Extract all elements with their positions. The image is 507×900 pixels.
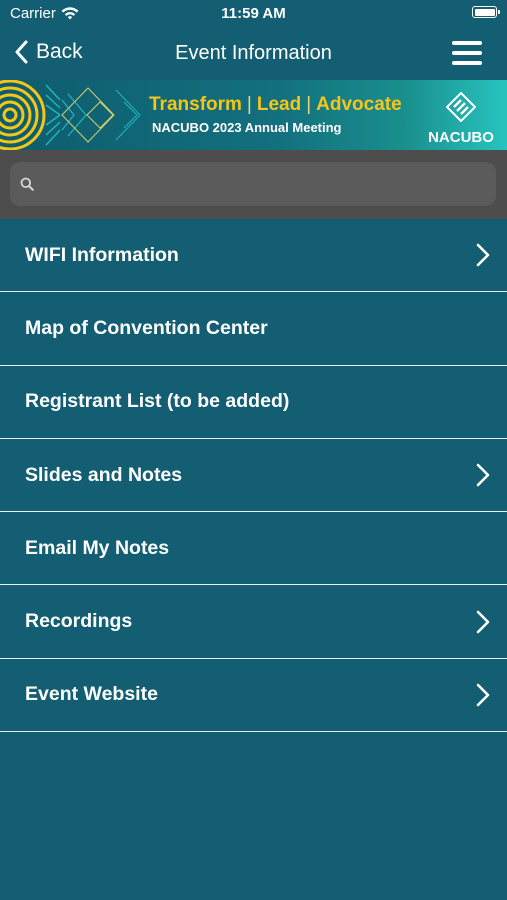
nacubo-logo: NACUBO	[425, 91, 497, 146]
tagline-lead: Lead	[256, 94, 302, 115]
menu-item-label: Registrant List (to be added)	[25, 390, 290, 413]
menu-item-wifi-information[interactable]: WIFI Information	[0, 219, 507, 293]
chevron-right-icon	[476, 243, 490, 267]
search-icon	[20, 177, 34, 191]
menu-item-label: Event Website	[25, 683, 158, 706]
menu-item-recordings[interactable]: Recordings	[0, 585, 507, 659]
menu-item-label: Email My Notes	[25, 536, 170, 559]
banner-subtitle: NACUBO 2023 Annual Meeting	[152, 120, 342, 135]
chevron-right-icon	[476, 463, 490, 487]
menu-item-label: Slides and Notes	[25, 463, 183, 486]
search-input[interactable]	[42, 175, 482, 193]
nacubo-logo-icon	[445, 91, 477, 123]
search-field[interactable]	[10, 162, 496, 206]
menu-item-email-my-notes[interactable]: Email My Notes	[0, 512, 507, 586]
hamburger-menu-icon[interactable]	[452, 41, 482, 65]
banner-tagline: Transform | Lead | Advocate	[149, 94, 402, 115]
logo-text: NACUBO	[428, 129, 494, 146]
banner-artwork	[0, 80, 141, 150]
status-bar: Carrier 11:59 AM	[0, 0, 507, 28]
chevron-right-icon	[476, 610, 490, 633]
navigation-bar: Back Event Information	[0, 28, 507, 80]
event-info-menu: WIFI Information Map of Convention Cente…	[0, 219, 507, 733]
menu-item-slides-and-notes[interactable]: Slides and Notes	[0, 439, 507, 513]
menu-item-label: Map of Convention Center	[25, 316, 268, 339]
event-banner: Transform | Lead | Advocate NACUBO 2023 Annu…	[0, 80, 507, 150]
menu-item-registrant-list[interactable]: Registrant List (to be added)	[0, 366, 507, 439]
menu-item-label: Recordings	[25, 610, 133, 633]
menu-item-map-of-convention-center[interactable]: Map of Convention Center	[0, 292, 507, 366]
search-bar	[0, 150, 507, 219]
tagline-advocate: Advocate	[316, 94, 402, 115]
status-time: 11:59 AM	[221, 5, 286, 22]
tagline-transform: Transform	[149, 94, 242, 115]
page-title: Event Information	[175, 42, 332, 64]
battery-icon	[472, 6, 500, 18]
menu-item-label: WIFI Information	[25, 243, 179, 266]
menu-item-event-website[interactable]: Event Website	[0, 659, 507, 733]
chevron-right-icon	[476, 683, 490, 707]
